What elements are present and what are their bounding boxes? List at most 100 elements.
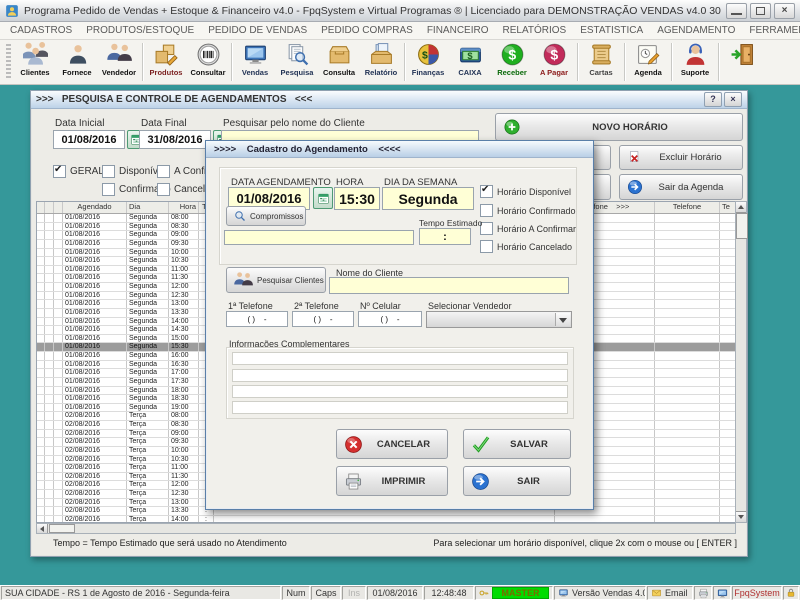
toolbar-item-vendas[interactable]: Vendas [234, 40, 276, 84]
toolbar-item-exit[interactable] [721, 40, 763, 84]
scroll-left-arrow[interactable] [37, 524, 48, 533]
monitor-icon [717, 588, 728, 599]
toolbar-item-fornece[interactable]: Fornece [56, 40, 98, 84]
info-input-3[interactable] [232, 385, 568, 398]
dialog-calendar-button[interactable] [313, 187, 333, 209]
sair-button[interactable]: SAIR [463, 466, 571, 496]
cancelar-button[interactable]: CANCELAR [336, 429, 448, 459]
tel1-label: 1ª Telefone [228, 301, 273, 311]
info-input-4[interactable] [232, 401, 568, 414]
support-icon [683, 42, 708, 67]
compromissos-button[interactable]: Compromissos [226, 206, 306, 226]
info-input-1[interactable] [232, 352, 568, 365]
scroll-down-arrow[interactable] [736, 511, 746, 522]
pesquisar-clientes-button[interactable]: Pesquisar Clientes [226, 267, 326, 293]
toolbar-item-caixa[interactable]: CAIXA [449, 40, 491, 84]
vertical-scrollbar[interactable] [735, 201, 747, 523]
window-close-button[interactable]: × [724, 92, 742, 107]
window-help-button[interactable]: ? [704, 92, 722, 107]
toolbar-item-pesquisa[interactable]: Pesquisa [276, 40, 318, 84]
celular-input[interactable]: ( ) - [358, 311, 422, 327]
toolbar-item-receber[interactable]: Receber [491, 40, 533, 84]
novo-horario-button[interactable]: NOVO HORÁRIO [495, 113, 743, 141]
menu-item[interactable]: FERRAMENTAS [749, 25, 800, 36]
cancel-icon [344, 435, 363, 454]
status-caps: Caps [311, 586, 341, 600]
data-final-input[interactable]: 31/08/2016 [139, 130, 211, 149]
inbox-icon [327, 42, 352, 67]
toolbar-item-agenda[interactable]: Agenda [627, 40, 669, 84]
table-row[interactable]: 02/08/2016Terça14:00: [37, 516, 735, 523]
screen: Programa Pedido de Vendas + Estoque & Fi… [0, 0, 800, 600]
tempo-estimado-input[interactable]: : [419, 228, 471, 245]
col-agendado[interactable]: Agendado [63, 202, 127, 213]
toolbar-item-consultar[interactable]: Consultar [187, 40, 229, 84]
toolbar-item-vendedor[interactable]: Vendedor [98, 40, 140, 84]
checkbox-horario-cancelado[interactable]: Horário Cancelado [480, 240, 572, 253]
scroll-thumb[interactable] [736, 213, 748, 239]
col-dia[interactable]: Dia [127, 202, 169, 213]
chevron-down-icon[interactable] [555, 313, 570, 326]
col-telefone-2[interactable]: Telefone [655, 202, 720, 213]
toolbar-separator [231, 43, 232, 81]
checkbox-horario-disponivel[interactable]: Horário Disponível [480, 185, 571, 198]
checkbox-horario-a-confirmar[interactable]: Horário A Confirmar [480, 222, 576, 235]
checkbox-geral[interactable]: GERAL [53, 165, 104, 178]
toolbar-item-relatório[interactable]: Relatório [360, 40, 402, 84]
sair-agenda-button[interactable]: Sair da Agenda [619, 174, 743, 200]
menu-item[interactable]: ESTATISTICA [580, 25, 643, 36]
cadastro-dialog: >>>> Cadastro do Agendamento <<<< DATA A… [205, 140, 594, 510]
status-email[interactable]: Email [647, 586, 693, 600]
vendedor-dropdown[interactable] [426, 311, 572, 328]
tel2-input[interactable]: ( ) - [292, 311, 354, 327]
status-mon[interactable] [713, 586, 731, 600]
status-user: MASTER [475, 586, 553, 600]
scroll-icon [589, 42, 614, 67]
tel1-input[interactable]: ( ) - [226, 311, 288, 327]
hscroll-thumb[interactable] [49, 524, 75, 533]
dia-da-semana-input[interactable]: Segunda [382, 187, 474, 210]
close-button[interactable]: × [774, 3, 795, 19]
data-inicial-input[interactable]: 01/08/2016 [53, 130, 125, 149]
menu-item[interactable]: PEDIDO DE VENDAS [208, 25, 307, 36]
checkbox-horario-confirmado[interactable]: Horário Confirmado [480, 204, 576, 217]
menu-item[interactable]: FINANCEIRO [427, 25, 489, 36]
salvar-button[interactable]: SALVAR [463, 429, 571, 459]
toolbar-item-cartas[interactable]: Cartas [580, 40, 622, 84]
col-te-2[interactable]: Te [720, 202, 735, 213]
compromisso-input[interactable] [224, 230, 414, 245]
scroll-up-arrow[interactable] [736, 202, 746, 213]
imprimir-button[interactable]: IMPRIMIR [336, 466, 448, 496]
toolbar-item-clientes[interactable]: Clientes [14, 40, 56, 84]
menu-bar: CADASTROS PRODUTOS/ESTOQUE PEDIDO DE VENDA… [0, 22, 800, 40]
horizontal-scrollbar[interactable] [36, 523, 736, 534]
nome-cliente-input[interactable] [329, 277, 569, 294]
minimize-button[interactable] [726, 3, 747, 19]
printer-icon [344, 472, 363, 491]
col-hora[interactable]: Hora [169, 202, 199, 213]
menu-item[interactable]: AGENDAMENTO [657, 25, 735, 36]
status-brand: FpqSystem [732, 586, 782, 600]
menu-item[interactable]: CADASTROS [10, 25, 72, 36]
info-input-2[interactable] [232, 369, 568, 382]
menu-item[interactable]: RELATÓRIOS [503, 25, 567, 36]
status-printer[interactable] [694, 586, 712, 600]
dialog-title: >>>> Cadastro do Agendamento <<<< [214, 144, 401, 155]
restore-button[interactable] [750, 3, 771, 19]
status-date: 01/08/2016 [367, 586, 423, 600]
toolbar-item-produtos[interactable]: Produtos [145, 40, 187, 84]
toolbar-item-suporte[interactable]: Suporte [674, 40, 716, 84]
docsearch-icon [285, 42, 310, 67]
status-version: Versão Vendas 4.0 [554, 586, 646, 600]
toolbar-item-a-pagar[interactable]: A Pagar [533, 40, 575, 84]
excluir-horario-button[interactable]: Excluir Horário [619, 145, 743, 170]
toolbar-separator [577, 43, 578, 81]
check-icon [471, 434, 491, 454]
menu-item[interactable]: PRODUTOS/ESTOQUE [86, 25, 194, 36]
hora-input[interactable]: 15:30 [334, 187, 380, 210]
window-titlebar: >>> PESQUISA E CONTROLE DE AGENDAMENTOS … [31, 91, 747, 109]
exit-arrow-icon [627, 179, 643, 195]
toolbar-item-finanças[interactable]: Finanças [407, 40, 449, 84]
toolbar-item-consulta[interactable]: Consulta [318, 40, 360, 84]
menu-item[interactable]: PEDIDO COMPRAS [321, 25, 413, 36]
